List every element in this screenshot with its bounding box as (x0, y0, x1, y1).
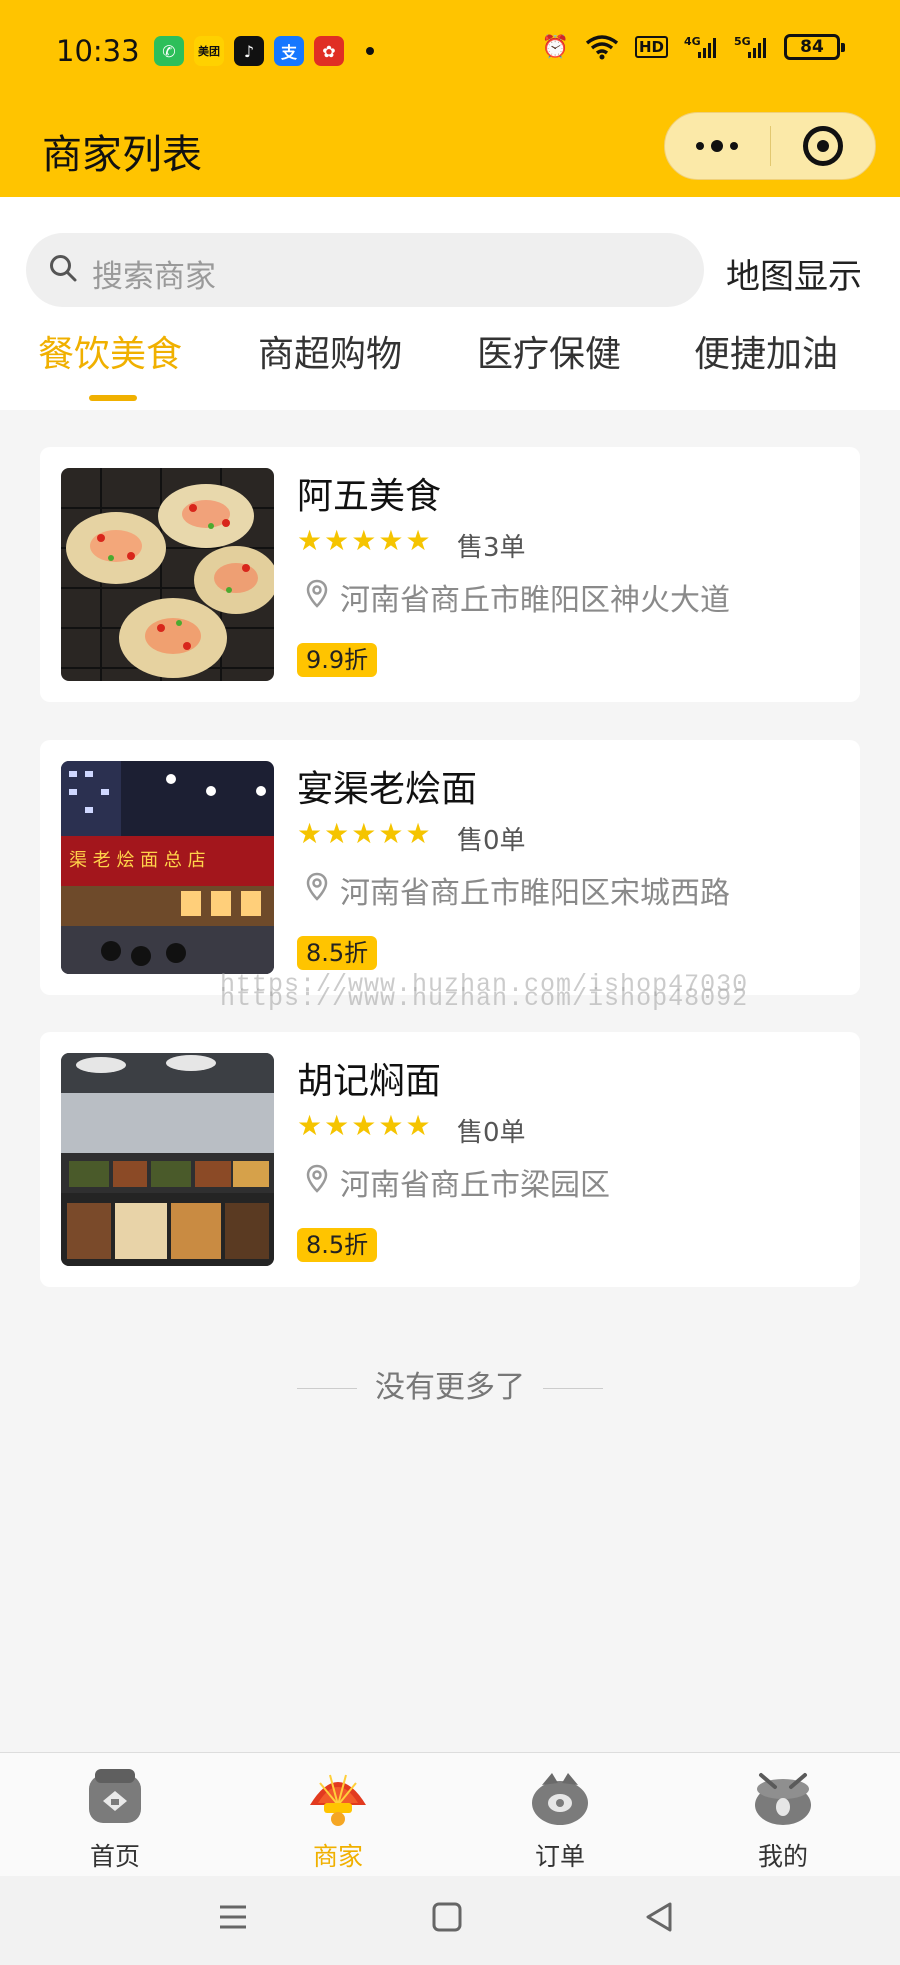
star-icon: ★ (405, 1109, 431, 1142)
svg-text:4G: 4G (684, 35, 701, 48)
merchant-address: 河南省商丘市睢阳区宋城西路 (340, 876, 730, 911)
search-placeholder: 搜索商家 (92, 259, 216, 295)
battery-indicator: 84 (784, 34, 845, 60)
status-time: 10:33 (56, 34, 140, 68)
home-square-icon[interactable] (430, 1900, 464, 1934)
status-bar: 10:33 ✆ 美团 ♪ 支 ✿ ⏰ HD 4G 5G 84 (0, 0, 900, 100)
location-pin-icon (306, 1164, 328, 1193)
active-tab-indicator (89, 395, 137, 401)
merchant-photo: 渠 老 烩 面 总 店 (61, 761, 274, 974)
wifi-icon (585, 35, 619, 60)
location-pin-icon (306, 872, 328, 901)
hd-voice-icon: HD (634, 36, 668, 58)
star-icon: ★ (324, 1109, 350, 1142)
target-icon (802, 126, 843, 166)
star-icon: ★ (297, 817, 323, 850)
navigation-bar: 商家列表 (0, 100, 900, 197)
star-icon: ★ (378, 817, 404, 850)
rating-stars: ★ ★ ★ ★ ★ (297, 527, 431, 555)
star-icon: ★ (351, 817, 377, 850)
sold-count: 售0单 (457, 1118, 526, 1148)
merchant-card[interactable]: 胡记焖面 ★ ★ ★ ★ ★ 售0单 河南省商丘市梁园区 8.5折 (40, 1032, 860, 1287)
merchant-name: 阿五美食 (297, 476, 442, 517)
tabbar-label: 我的 (757, 1842, 808, 1871)
rating-stars: ★ ★ ★ ★ ★ (297, 820, 431, 848)
merchant-icon (310, 1774, 366, 1826)
merchant-card[interactable]: 渠 老 烩 面 总 店 宴渠老烩面 ★ ★ ★ ★ ★ 售0单 河南省商丘市睢阳… (40, 740, 860, 995)
svg-text:渠 老 烩 面 总 店: 渠 老 烩 面 总 店 (69, 850, 206, 871)
pinduoduo-icon: ✿ (314, 36, 344, 66)
sold-count: 售0单 (457, 826, 526, 856)
notification-app-icons: ✆ 美团 ♪ 支 ✿ (154, 36, 374, 66)
profile-icon (755, 1773, 811, 1825)
divider (297, 1388, 357, 1389)
end-of-list-indicator: 没有更多了 (0, 1362, 900, 1406)
signal-4g-icon: 4G (684, 35, 716, 58)
search-input[interactable]: 搜索商家 (26, 233, 704, 307)
no-more-text: 没有更多了 (375, 1370, 525, 1405)
bottom-tab-bar: 首页 商家 订单 我的 (0, 1752, 900, 1876)
star-icon: ★ (378, 524, 404, 557)
tabbar-label: 首页 (89, 1842, 140, 1871)
tab-shopping[interactable]: 商超购物 (258, 325, 402, 377)
star-icon: ★ (324, 524, 350, 557)
star-icon: ★ (324, 817, 350, 850)
tab-fuel[interactable]: 便捷加油 (694, 325, 838, 377)
tab-food[interactable]: 餐饮美食 (38, 325, 182, 377)
divider (543, 1388, 603, 1389)
system-status-icons: ⏰ HD 4G 5G 84 (541, 34, 845, 60)
star-icon: ★ (351, 1109, 377, 1142)
tiktok-icon: ♪ (234, 36, 264, 66)
search-icon (50, 255, 77, 282)
map-view-button[interactable]: 地图显示 (726, 249, 862, 298)
more-notifications-dot (366, 47, 374, 55)
back-icon[interactable] (642, 1900, 676, 1934)
sold-count: 售3单 (457, 533, 526, 563)
merchant-name: 宴渠老烩面 (297, 769, 478, 810)
star-icon: ★ (405, 817, 431, 850)
miniprogram-capsule (664, 112, 876, 180)
tab-healthcare[interactable]: 医疗保健 (477, 325, 621, 377)
signal-5g-icon: 5G (734, 35, 766, 58)
discount-badge: 8.5折 (297, 1228, 378, 1262)
star-icon: ★ (378, 1109, 404, 1142)
merchant-address: 河南省商丘市睢阳区神火大道 (340, 583, 730, 618)
close-miniprogram-button[interactable] (771, 126, 876, 166)
tabbar-item-order[interactable]: 订单 (500, 1765, 620, 1873)
merchant-photo (61, 1053, 274, 1266)
search-and-tabs: 搜索商家 地图显示 餐饮美食 商超购物 医疗保健 便捷加油 (0, 197, 900, 410)
location-pin-icon (306, 579, 328, 608)
star-icon: ★ (351, 524, 377, 557)
page-title: 商家列表 (42, 132, 202, 178)
tabbar-item-home[interactable]: 首页 (55, 1765, 175, 1873)
watermark-text: https://www.huzhan.com/ishop48092 (220, 984, 749, 1013)
order-icon (532, 1773, 588, 1825)
merchant-name: 胡记焖面 (297, 1061, 442, 1102)
more-menu-button[interactable] (665, 140, 770, 152)
tabbar-label: 订单 (534, 1842, 585, 1871)
merchant-address: 河南省商丘市梁园区 (340, 1168, 610, 1203)
merchant-card[interactable]: 阿五美食 ★ ★ ★ ★ ★ 售3单 河南省商丘市睢阳区神火大道 9.9折 (40, 447, 860, 702)
alipay-icon: 支 (274, 36, 304, 66)
tabbar-item-merchant[interactable]: 商家 (278, 1765, 398, 1873)
merchant-photo (61, 468, 274, 681)
menu-icon[interactable] (216, 1900, 250, 1934)
star-icon: ★ (297, 1109, 323, 1142)
category-tabs: 餐饮美食 商超购物 医疗保健 便捷加油 (0, 325, 900, 405)
discount-badge: 8.5折 (297, 936, 378, 970)
system-navigation-bar (0, 1876, 900, 1965)
star-icon: ★ (405, 524, 431, 557)
tabbar-item-profile[interactable]: 我的 (723, 1765, 843, 1873)
home-icon (89, 1769, 141, 1823)
svg-text:5G: 5G (734, 35, 751, 48)
phone-icon: ✆ (154, 36, 184, 66)
alarm-icon: ⏰ (541, 34, 569, 60)
meituan-icon: 美团 (194, 36, 224, 66)
discount-badge: 9.9折 (297, 643, 378, 677)
star-icon: ★ (297, 524, 323, 557)
rating-stars: ★ ★ ★ ★ ★ (297, 1112, 431, 1140)
tabbar-label: 商家 (312, 1842, 363, 1871)
